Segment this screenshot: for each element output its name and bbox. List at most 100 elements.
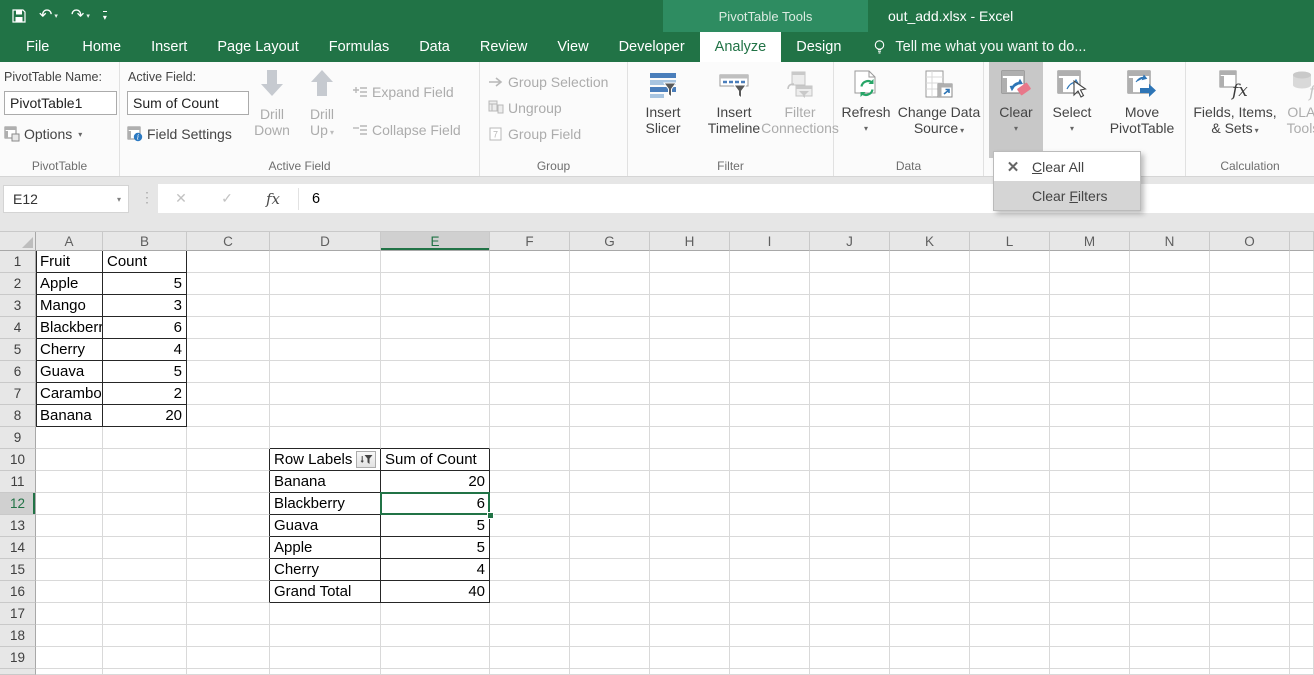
cell-J2[interactable] (810, 273, 890, 295)
cell-L17[interactable] (970, 603, 1050, 625)
cell-H9[interactable] (650, 427, 730, 449)
cell-C7[interactable] (187, 383, 270, 405)
cell-K9[interactable] (890, 427, 970, 449)
cell-C10[interactable] (187, 449, 270, 471)
cell-M16[interactable] (1050, 581, 1130, 603)
cell-F3[interactable] (490, 295, 570, 317)
cell-F1[interactable] (490, 251, 570, 273)
cell-I7[interactable] (730, 383, 810, 405)
cell-I16[interactable] (730, 581, 810, 603)
cell-G2[interactable] (570, 273, 650, 295)
column-header-C[interactable]: C (187, 232, 270, 251)
cell-A6[interactable]: Guava (36, 361, 103, 383)
cell-F2[interactable] (490, 273, 570, 295)
cell-K13[interactable] (890, 515, 970, 537)
cell-M9[interactable] (1050, 427, 1130, 449)
cell-F15[interactable] (490, 559, 570, 581)
formula-input[interactable]: 6 (301, 191, 320, 207)
cell-A3[interactable]: Mango (36, 295, 103, 317)
cell-K12[interactable] (890, 493, 970, 515)
cell-C12[interactable] (187, 493, 270, 515)
cell-J5[interactable] (810, 339, 890, 361)
cell-M5[interactable] (1050, 339, 1130, 361)
cell-D1[interactable] (270, 251, 381, 273)
cell-I5[interactable] (730, 339, 810, 361)
cell-L15[interactable] (970, 559, 1050, 581)
cell-C6[interactable] (187, 361, 270, 383)
cell-N19[interactable] (1130, 647, 1210, 669)
cell-D5[interactable] (270, 339, 381, 361)
cell-I17[interactable] (730, 603, 810, 625)
cell-I19[interactable] (730, 647, 810, 669)
cell-G3[interactable] (570, 295, 650, 317)
column-header-N[interactable]: N (1130, 232, 1210, 251)
cell-C5[interactable] (187, 339, 270, 361)
cell-A2[interactable]: Apple (36, 273, 103, 295)
cell-O11[interactable] (1210, 471, 1290, 493)
menu-item-clear-all[interactable]: ✕ Clear All (994, 152, 1140, 181)
cell-D12[interactable]: Blackberry (270, 493, 381, 515)
cell-F4[interactable] (490, 317, 570, 339)
column-header-I[interactable]: I (730, 232, 810, 251)
row-header-16[interactable]: 16 (0, 581, 36, 603)
cell-L18[interactable] (970, 625, 1050, 647)
row-header-6[interactable]: 6 (0, 361, 36, 383)
cell-L10[interactable] (970, 449, 1050, 471)
cell-B5[interactable]: 4 (103, 339, 187, 361)
cell-D16[interactable]: Grand Total (270, 581, 381, 603)
cell-N1[interactable] (1130, 251, 1210, 273)
column-header-K[interactable]: K (890, 232, 970, 251)
select-all-button[interactable] (0, 232, 36, 251)
column-header-M[interactable]: M (1050, 232, 1130, 251)
insert-function-button[interactable]: fx (250, 190, 296, 208)
cell-C2[interactable] (187, 273, 270, 295)
column-header-J[interactable]: J (810, 232, 890, 251)
move-pivottable-button[interactable]: Move PivotTable (1101, 66, 1183, 152)
cell-N3[interactable] (1130, 295, 1210, 317)
tab-design[interactable]: Design (781, 32, 856, 62)
cell-A8[interactable]: Banana (36, 405, 103, 427)
cell-M15[interactable] (1050, 559, 1130, 581)
cell-A19[interactable] (36, 647, 103, 669)
row-labels-filter-button[interactable] (356, 451, 376, 468)
cell-D9[interactable] (270, 427, 381, 449)
cell-F5[interactable] (490, 339, 570, 361)
cell-B4[interactable]: 6 (103, 317, 187, 339)
column-header-E[interactable]: E (381, 232, 490, 251)
row-header-2[interactable]: 2 (0, 273, 36, 295)
cell-F16[interactable] (490, 581, 570, 603)
column-header-O[interactable]: O (1210, 232, 1290, 251)
row-header-15[interactable]: 15 (0, 559, 36, 581)
cell-K2[interactable] (890, 273, 970, 295)
cell-O20[interactable] (1210, 669, 1290, 675)
cell-O18[interactable] (1210, 625, 1290, 647)
cell-E5[interactable] (381, 339, 490, 361)
cell-O15[interactable] (1210, 559, 1290, 581)
cell-B12[interactable] (103, 493, 187, 515)
cell-N20[interactable] (1130, 669, 1210, 675)
cell-G15[interactable] (570, 559, 650, 581)
cell-L8[interactable] (970, 405, 1050, 427)
cell-L9[interactable] (970, 427, 1050, 449)
cell-G13[interactable] (570, 515, 650, 537)
cell-A4[interactable]: Blackberry (36, 317, 103, 339)
row-header-17[interactable]: 17 (0, 603, 36, 625)
cell-A10[interactable] (36, 449, 103, 471)
cell-B10[interactable] (103, 449, 187, 471)
cell-M18[interactable] (1050, 625, 1130, 647)
cell-H19[interactable] (650, 647, 730, 669)
cell-O6[interactable] (1210, 361, 1290, 383)
tab-view[interactable]: View (542, 32, 603, 62)
cell-B19[interactable] (103, 647, 187, 669)
cell-M1[interactable] (1050, 251, 1130, 273)
cell-O2[interactable] (1210, 273, 1290, 295)
cell-G6[interactable] (570, 361, 650, 383)
cell-B15[interactable] (103, 559, 187, 581)
cell-I3[interactable] (730, 295, 810, 317)
cell-M8[interactable] (1050, 405, 1130, 427)
tab-review[interactable]: Review (465, 32, 543, 62)
cell-K20[interactable] (890, 669, 970, 675)
cell-C15[interactable] (187, 559, 270, 581)
active-field-input[interactable]: Sum of Count (127, 91, 249, 115)
cell-I15[interactable] (730, 559, 810, 581)
